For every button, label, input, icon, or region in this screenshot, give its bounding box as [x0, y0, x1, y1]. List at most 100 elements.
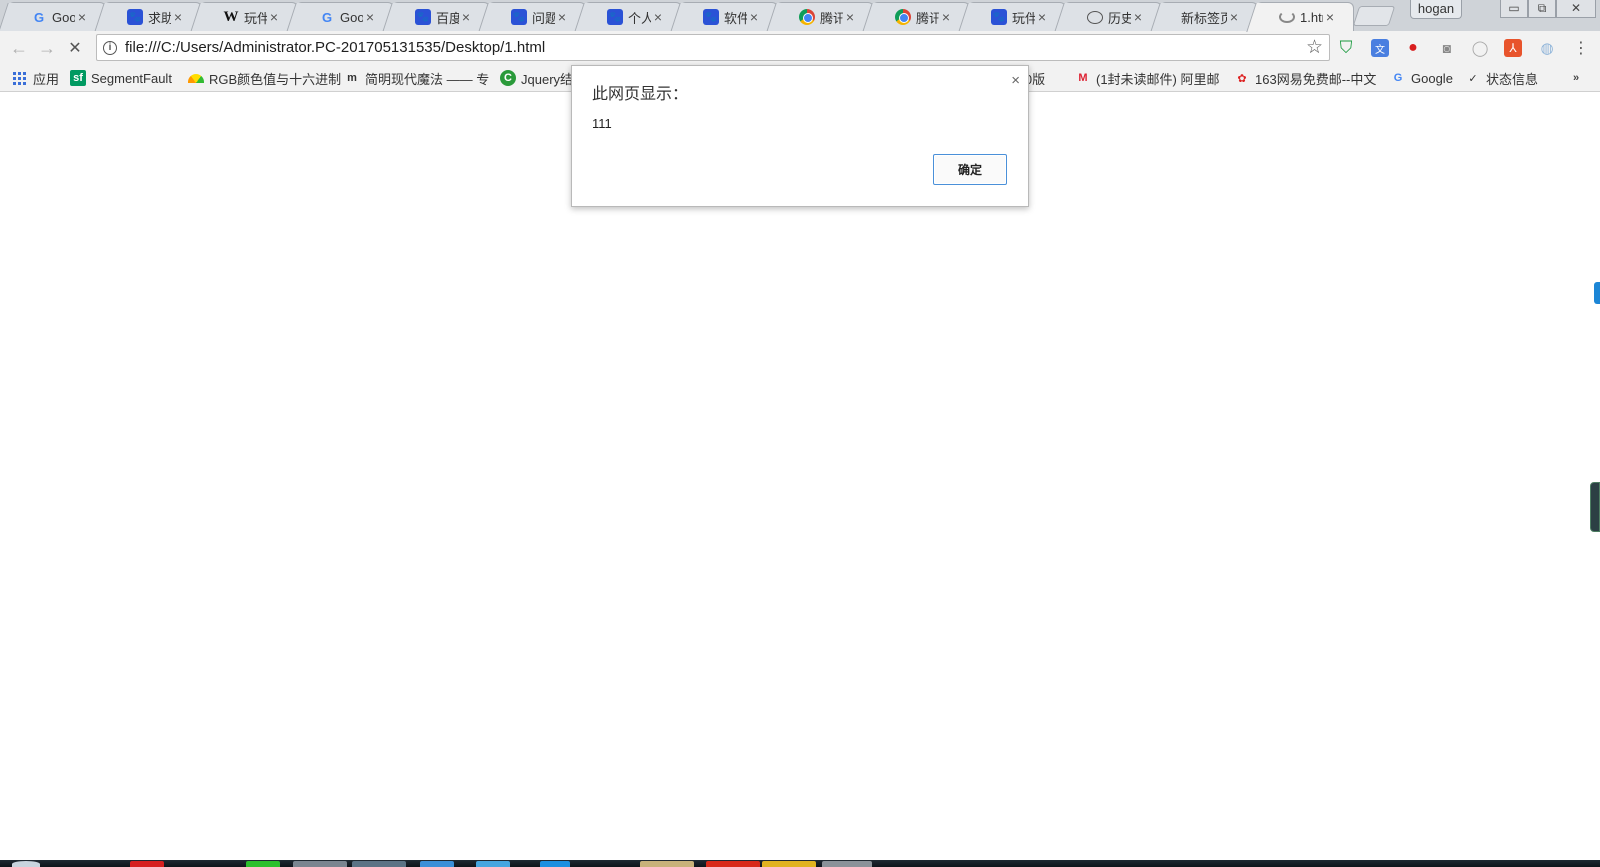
restore-button[interactable]: ⧉	[1528, 0, 1556, 18]
tab-close-icon[interactable]: ×	[1227, 9, 1241, 25]
tab[interactable]: G Goog ×	[8, 2, 106, 31]
translate-extension-icon[interactable]: 文	[1371, 39, 1389, 57]
bookmark-star-icon[interactable]: ☆	[1306, 36, 1323, 59]
bookmark-item[interactable]: M (1封未读邮件) 阿里邮	[1075, 69, 1220, 87]
bookmark-item[interactable]: C Jquery结	[500, 69, 573, 87]
tab-title: 玩伴猫	[244, 10, 267, 26]
bookmark-item[interactable]: m 简明现代魔法 —— 专	[344, 69, 489, 87]
tab[interactable]: 🐾 个人中 ×	[584, 2, 682, 31]
tab-close-icon[interactable]: ×	[171, 9, 185, 25]
tab[interactable]: 新标签页 ×	[1160, 2, 1258, 31]
tab-close-icon[interactable]: ×	[267, 9, 281, 25]
taskbar-app[interactable]	[822, 861, 872, 867]
chrome-icon	[895, 9, 911, 25]
tab-list: G Goog × 🐾 求助， × W 玩伴猫 × G Goog × 🐾 百度知 × 🐾 问题分 × 🐾 个人中 × 🐾 软件…	[8, 2, 1354, 31]
taskbar-app[interactable]	[420, 861, 454, 867]
bookmark-item[interactable]: 应用	[12, 69, 59, 87]
address-bar[interactable]: i file:///C:/Users/Administrator.PC-2017…	[96, 34, 1330, 61]
start-button[interactable]	[12, 861, 40, 867]
bookmark-item[interactable]: sf SegmentFault	[70, 69, 172, 87]
dialog-message: 111	[592, 116, 612, 131]
tab-title: 腾讯云	[820, 10, 843, 26]
shield-extension-icon[interactable]: ⛉	[1337, 38, 1355, 57]
globe-extension-icon[interactable]: ◍	[1538, 39, 1556, 57]
taskbar-app[interactable]	[246, 861, 280, 867]
record-extension-icon[interactable]: ●	[1404, 39, 1422, 57]
taskbar-app[interactable]	[352, 861, 406, 867]
address-url[interactable]: file:///C:/Users/Administrator.PC-201705…	[125, 39, 545, 56]
dialog-title: 此网页显示：	[592, 86, 689, 103]
minimize-button[interactable]: ▭	[1500, 0, 1528, 18]
taskbar-app[interactable]	[640, 861, 694, 867]
tab[interactable]: 腾讯云 ×	[776, 2, 874, 31]
bookmark-item[interactable]: RGB颜色值与十六进制	[188, 69, 341, 87]
forward-button[interactable]: →	[36, 37, 58, 59]
gmail-m-icon: M	[1078, 72, 1088, 84]
dialog-close-icon[interactable]: ×	[1011, 72, 1020, 89]
profile-button[interactable]: hogan	[1410, 0, 1462, 19]
side-floating-tab[interactable]	[1594, 282, 1600, 304]
bookmarks-overflow-button[interactable]: »	[1568, 69, 1589, 87]
jquery-c-icon: C	[500, 70, 516, 86]
baidu-paw-icon: 🐾	[127, 9, 143, 25]
tab-close-icon[interactable]: ×	[939, 9, 953, 25]
tab-close-icon[interactable]: ×	[363, 9, 377, 25]
bookmark-item[interactable]: ✿ 163网易免费邮--中文	[1234, 69, 1376, 87]
tab-close-icon[interactable]: ×	[75, 9, 89, 25]
tab[interactable]: 🐾 求助， ×	[104, 2, 202, 31]
tab[interactable]: W 玩伴猫 ×	[200, 2, 298, 31]
tab-title: 1.htm	[1300, 9, 1323, 25]
taskbar-app[interactable]	[130, 861, 164, 867]
taskbar-app[interactable]	[540, 861, 570, 867]
tab[interactable]: 🐾 软件代 ×	[680, 2, 778, 31]
window-close-button[interactable]: ✕	[1556, 0, 1596, 18]
camera-extension-icon[interactable]: ◙	[1438, 39, 1456, 57]
bookmark-label: 简明现代魔法 —— 专	[365, 71, 490, 87]
side-floating-widget[interactable]	[1590, 482, 1600, 532]
tab-close-icon[interactable]: ×	[459, 9, 473, 25]
tab-close-icon[interactable]: ×	[651, 9, 665, 25]
tab[interactable]: 🐾 问题分 ×	[488, 2, 586, 31]
circle-extension-icon[interactable]: ◯	[1471, 39, 1489, 57]
bookmark-item[interactable]: G Google	[1390, 69, 1453, 87]
info-icon[interactable]: i	[103, 40, 117, 55]
tab-title: Goog	[52, 9, 75, 25]
tab[interactable]: 腾讯云 ×	[872, 2, 970, 31]
tab-title: 个人中	[628, 10, 651, 26]
ok-button[interactable]: 确定	[933, 154, 1007, 185]
taskbar-app-chrome[interactable]	[293, 861, 347, 867]
taskbar-app[interactable]	[762, 861, 816, 867]
google-g-icon: G	[321, 9, 333, 25]
back-button[interactable]: ←	[8, 37, 30, 59]
taskbar-app[interactable]	[476, 861, 510, 867]
segmentfault-icon: sf	[70, 70, 86, 86]
google-g-icon: G	[1393, 72, 1403, 84]
bookmark-label: (1封未读邮件) 阿里邮	[1096, 71, 1220, 87]
apps-grid-icon	[12, 70, 28, 86]
tab-close-icon[interactable]: ×	[843, 9, 857, 25]
tab-title: 百度知	[436, 10, 459, 26]
bookmark-label: SegmentFault	[91, 70, 172, 86]
tab-title: 玩伴猫	[1012, 10, 1035, 26]
tab[interactable]: 🐾 玩伴猫 ×	[968, 2, 1066, 31]
taskbar-app[interactable]	[706, 861, 760, 867]
alert-dialog: 此网页显示： × 111 确定	[571, 65, 1029, 207]
bookmark-label: 163网易免费邮--中文	[1255, 71, 1377, 87]
tab[interactable]: 🐾 百度知 ×	[392, 2, 490, 31]
netease-163-icon: ✿	[1237, 72, 1247, 85]
tab-close-icon[interactable]: ×	[747, 9, 761, 25]
tab-close-icon[interactable]: ×	[1131, 9, 1145, 25]
tab[interactable]: 历史记 ×	[1064, 2, 1162, 31]
stop-loading-button[interactable]: ✕	[64, 37, 86, 59]
new-tab-button[interactable]	[1352, 6, 1396, 26]
tab-close-icon[interactable]: ×	[1323, 9, 1337, 25]
tab-close-icon[interactable]: ×	[1035, 9, 1049, 25]
pdf-extension-icon[interactable]: ⅄	[1504, 39, 1522, 57]
tab[interactable]: 1.htm ×	[1256, 2, 1354, 31]
menu-kebab-icon[interactable]: ⋮	[1572, 39, 1590, 57]
bookmark-label: Jquery结	[521, 71, 574, 87]
bookmark-item[interactable]: ✓ 状态信息	[1465, 69, 1538, 87]
bookmark-label: 状态信息	[1486, 71, 1539, 87]
tab-close-icon[interactable]: ×	[555, 9, 569, 25]
tab[interactable]: G Goog ×	[296, 2, 394, 31]
